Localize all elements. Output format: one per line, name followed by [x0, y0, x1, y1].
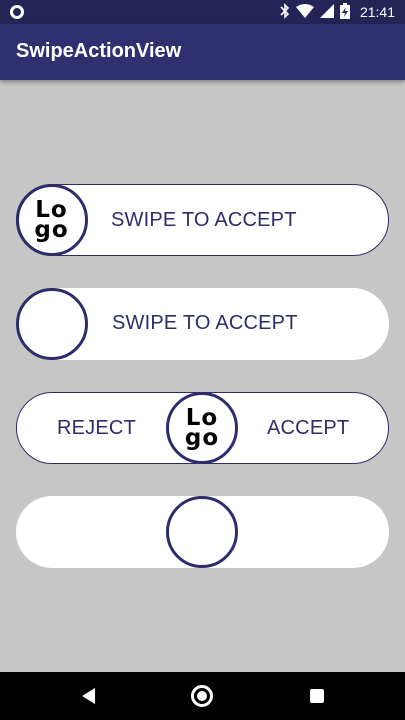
reject-accept-swipe[interactable]: REJECT Lo go ACCEPT [16, 391, 389, 464]
swipe-knob[interactable]: Lo go [166, 391, 238, 464]
logo-line: go [34, 216, 69, 243]
logo-line: go [184, 424, 220, 451]
status-bar: 21:41 [0, 0, 405, 24]
app-title: SwipeActionView [16, 40, 182, 62]
battery-charging-icon [339, 2, 350, 22]
swipe-knob[interactable] [166, 496, 238, 568]
swipe-knob[interactable] [16, 288, 88, 360]
accept-label: ACCEPT [267, 417, 350, 439]
logo-icon: Lo go [184, 406, 220, 451]
swipe-to-accept-with-logo[interactable]: Lo go SWIPE TO ACCEPT [15, 183, 389, 256]
swipe-to-accept[interactable]: SWIPE TO ACCEPT [16, 288, 389, 360]
bluetooth-icon [280, 2, 290, 22]
clock: 21:41 [359, 4, 395, 20]
app-notification-icon [10, 5, 24, 19]
swipe-label: SWIPE TO ACCEPT [112, 312, 298, 334]
navigation-bar [0, 672, 405, 720]
recent-apps-icon[interactable] [310, 689, 324, 703]
center-swipe[interactable] [16, 496, 389, 568]
app-bar: SwipeActionView [0, 24, 405, 80]
logo-icon: Lo go [34, 198, 69, 243]
swipe-label: SWIPE TO ACCEPT [111, 209, 297, 231]
reject-label: REJECT [57, 417, 136, 439]
home-icon[interactable] [191, 685, 213, 707]
signal-icon [319, 3, 334, 21]
back-icon[interactable] [82, 688, 95, 704]
wifi-icon [295, 3, 314, 21]
swipe-knob[interactable]: Lo go [15, 183, 88, 256]
